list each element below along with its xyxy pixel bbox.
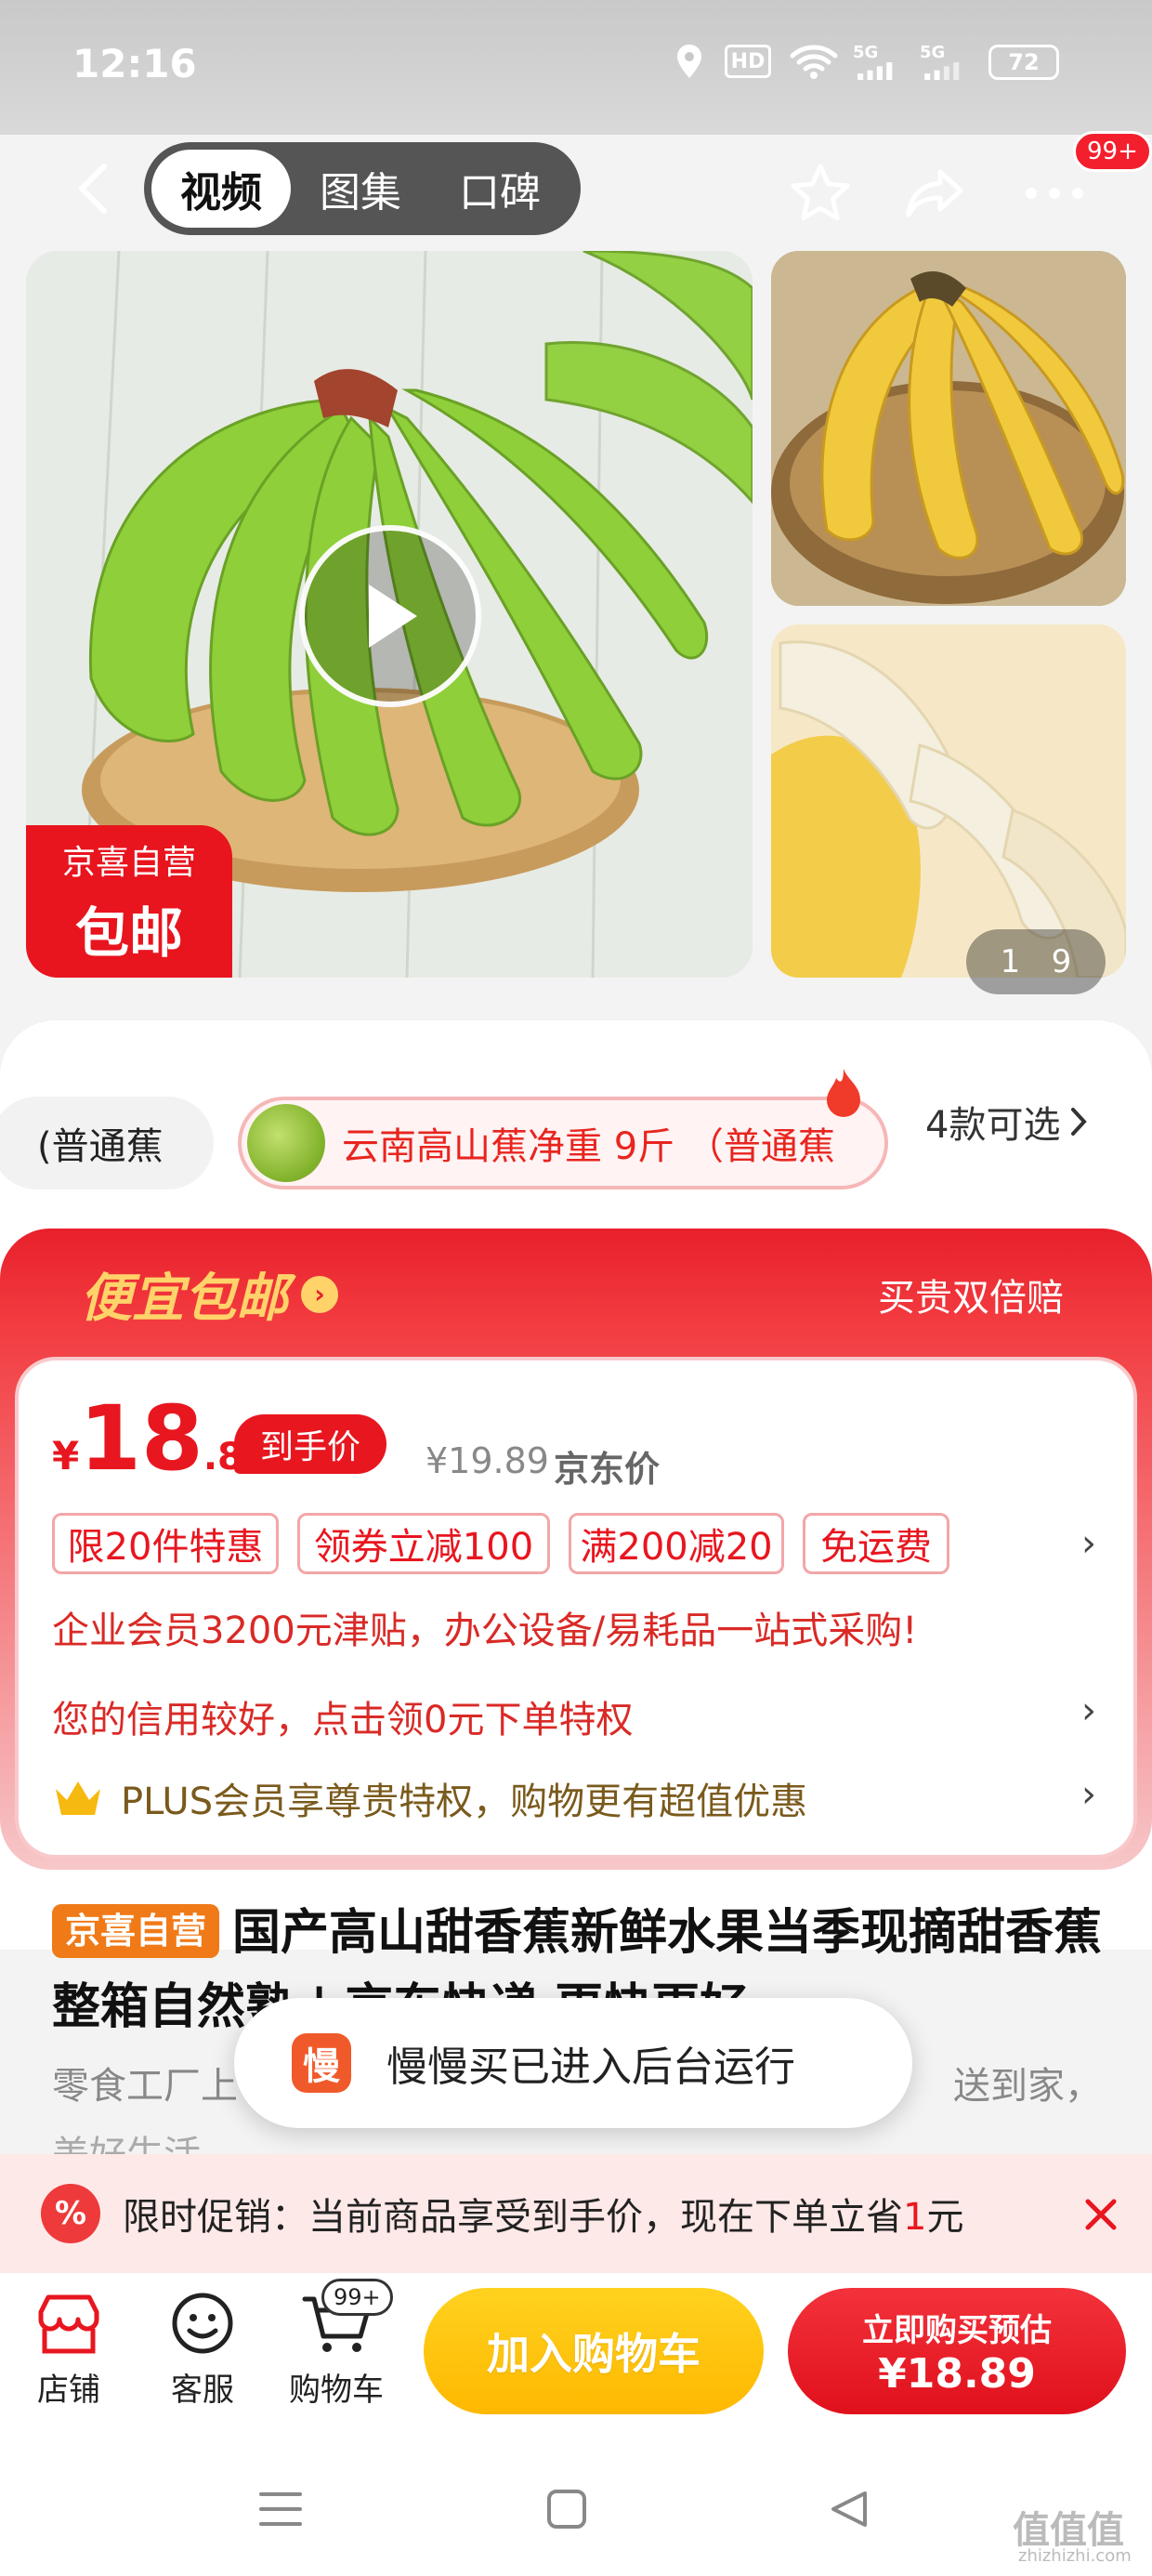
toast-message: 慢慢买已进入后台运行 xyxy=(386,2044,795,2091)
promo-tag-free-shipping: 包邮 xyxy=(74,901,183,965)
play-button[interactable] xyxy=(299,525,481,707)
play-icon xyxy=(369,585,417,648)
variant-option-1[interactable]: (普通蕉 xyxy=(0,1097,214,1189)
chevron-right-icon xyxy=(1071,1108,1088,1136)
share-button[interactable] xyxy=(896,153,975,233)
discount-icon: % xyxy=(41,2184,100,2243)
top-nav: 视频 图集 口碑 99+ xyxy=(0,131,1152,246)
subtitle-right: 送到家， xyxy=(953,2065,1102,2108)
home-icon[interactable] xyxy=(530,2472,604,2546)
coupon-tag[interactable]: 领券立减100 xyxy=(297,1513,550,1574)
self-operated-tag: 京喜自营 xyxy=(52,1904,220,1958)
menu-icon[interactable] xyxy=(243,2472,318,2546)
arrow-circle-icon: › xyxy=(301,1275,338,1313)
shop-icon xyxy=(32,2286,106,2360)
gallery-thumb-1[interactable] xyxy=(771,251,1126,606)
price-currency: ¥ xyxy=(52,1433,80,1479)
app-logo-icon: 慢 xyxy=(292,2033,351,2093)
deal-title: 便宜包邮 xyxy=(80,1268,288,1329)
subtitle-left: 零食工厂上 xyxy=(52,2065,238,2108)
limited-promo-banner[interactable]: % 限时促销：当前商品享受到手价，现在下单立省1元 xyxy=(0,2154,1152,2273)
chevron-left-icon xyxy=(79,164,107,214)
hot-flame-icon xyxy=(823,1067,864,1119)
image-counter-current: 1 xyxy=(1000,943,1021,980)
more-icon xyxy=(1026,188,1083,199)
customer-service-button[interactable]: 客服 xyxy=(147,2286,258,2410)
battery-icon: 72 xyxy=(988,45,1059,80)
hd-icon: HD xyxy=(725,45,771,78)
background-toast: 慢 慢慢买已进入后台运行 xyxy=(234,1998,912,2128)
close-icon[interactable] xyxy=(1068,2182,1133,2247)
variant-option-2[interactable]: 云南高山蕉净重 9斤 （普通蕉 xyxy=(238,1097,888,1189)
add-to-cart-button[interactable]: 加入购物车 xyxy=(424,2288,764,2414)
cart-count-badge: 99+ xyxy=(321,2279,393,2316)
gallery-thumb-2[interactable] xyxy=(771,624,1126,978)
original-price-label: 京东价 xyxy=(554,1449,661,1490)
enterprise-promo[interactable]: 企业会员3200元津贴，办公设备/易耗品一站式采购! xyxy=(52,1600,917,1654)
message-badge: 99+ xyxy=(1073,131,1152,172)
coupon-tag[interactable]: 免运费 xyxy=(803,1513,949,1574)
buy-now-price: ¥18.89 xyxy=(878,2350,1036,2398)
variant-count-label: 4款可选 xyxy=(925,1104,1061,1147)
shipping-promo-tag: 京喜自营 包邮 xyxy=(26,825,232,978)
location-icon xyxy=(671,43,708,80)
plus-promo-text: PLUS会员享尊贵特权，购物更有超值优惠 xyxy=(121,1781,808,1823)
variant-count-link[interactable]: 4款可选 xyxy=(925,1095,1088,1149)
back-triangle-icon[interactable] xyxy=(812,2472,886,2546)
credit-chevron-icon[interactable]: › xyxy=(1072,1688,1106,1734)
deal-title-link[interactable]: 便宜包邮 › xyxy=(80,1256,338,1332)
shop-label: 店铺 xyxy=(37,2372,100,2409)
image-counter-total: 9 xyxy=(1051,943,1072,980)
promo-text: 限时促销：当前商品享受到手价，现在下单立省1元 xyxy=(123,2196,964,2239)
tab-video[interactable]: 视频 xyxy=(151,150,291,228)
price-integer: 18 xyxy=(79,1387,203,1491)
cart-label: 购物车 xyxy=(289,2372,384,2409)
variant-option-2-label: 云南高山蕉净重 9斤 （普通蕉 xyxy=(342,1125,835,1168)
watermark-url: zhizhizhi.com xyxy=(1018,2546,1132,2566)
chat-face-icon xyxy=(165,2286,240,2360)
signal-icon-1: 5G xyxy=(853,43,909,80)
plus-chevron-icon[interactable]: › xyxy=(1072,1771,1106,1818)
image-counter: 1 9 xyxy=(966,929,1106,994)
credit-promo[interactable]: 您的信用较好，点击领0元下单特权 xyxy=(52,1689,633,1743)
price-guarantee[interactable]: 买贵双倍赔 xyxy=(878,1268,1064,1321)
signal-icon-2: 5G xyxy=(920,43,975,80)
variant-thumbnail xyxy=(247,1104,325,1182)
final-price-badge: 到手价 xyxy=(234,1414,386,1474)
coupons-more-chevron-icon[interactable]: › xyxy=(1072,1520,1106,1567)
customer-service-label: 客服 xyxy=(171,2372,234,2409)
favorite-button[interactable] xyxy=(780,153,860,233)
status-time: 12:16 xyxy=(72,41,197,86)
coupon-tag[interactable]: 满200减20 xyxy=(569,1513,784,1574)
buy-now-button[interactable]: 立即购买预估 ¥18.89 xyxy=(788,2288,1126,2414)
tab-reviews[interactable]: 口碑 xyxy=(430,150,569,228)
media-tabs: 视频 图集 口碑 xyxy=(144,142,581,235)
plus-member-promo[interactable]: PLUS会员享尊贵特权，购物更有超值优惠 xyxy=(52,1771,807,1825)
back-button[interactable] xyxy=(56,151,130,226)
promo-tag-store: 京喜自营 xyxy=(61,844,196,882)
wifi-icon xyxy=(788,43,840,80)
star-icon xyxy=(791,164,850,220)
crown-icon xyxy=(56,1781,100,1815)
buy-now-label: 立即购买预估 xyxy=(862,2312,1052,2349)
original-price: ¥19.89 xyxy=(425,1440,549,1481)
share-icon xyxy=(906,169,963,217)
shop-button[interactable]: 店铺 xyxy=(13,2286,124,2410)
coupon-tag[interactable]: 限20件特惠 xyxy=(52,1513,279,1574)
tab-gallery[interactable]: 图集 xyxy=(291,150,430,228)
